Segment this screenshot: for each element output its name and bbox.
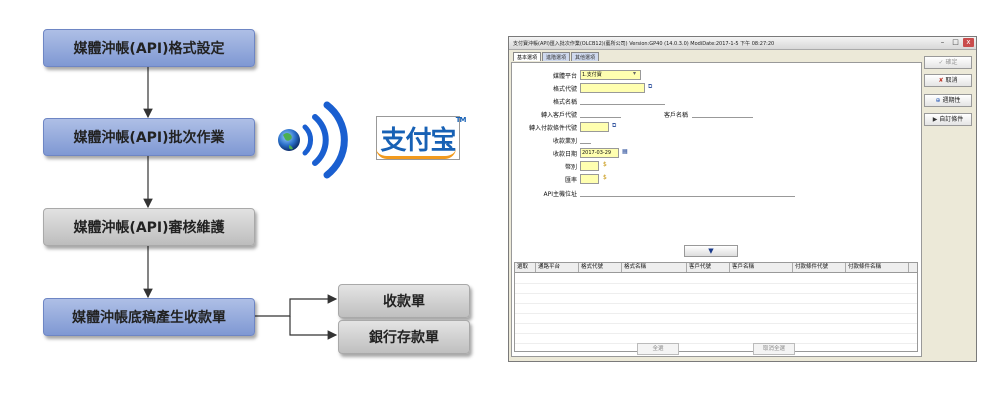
confirm-label: 確定 <box>945 59 958 66</box>
window-title: 支付寶沖帳(API)匯入批次作業(OLCB12)(藝所公司) Version:G… <box>513 41 775 47</box>
chevron-down-icon[interactable]: ▾ <box>633 70 636 78</box>
grid-column-header[interactable]: 付款條件名稱 <box>846 263 909 272</box>
api-host-label: API主機位址 <box>543 191 578 198</box>
lookup-icon[interactable]: ⧉ <box>648 83 652 91</box>
output-bank-deposit: 銀行存款單 <box>338 320 470 354</box>
grid-row-line <box>515 333 917 334</box>
media-platform-select[interactable]: 1.支付寶 <box>580 70 641 80</box>
arrow-right-icon: ▶ <box>932 116 938 123</box>
coin-lookup-icon[interactable]: $ <box>603 161 607 169</box>
currency-input[interactable] <box>580 161 599 171</box>
grid-column-header[interactable]: 選取 <box>515 263 536 272</box>
output-label: 收款單 <box>383 294 425 310</box>
flow-step-label: 媒體沖帳(API)批次作業 <box>73 130 225 146</box>
alipay-logo: 支付宝 TM <box>376 116 466 160</box>
format-code-input[interactable] <box>580 83 645 93</box>
minimize-button[interactable]: – <box>937 38 948 47</box>
custom-conditions-label: 自訂條件 <box>939 116 964 123</box>
tab-bar: 基本選項 進階選項 其他選項 <box>513 52 600 61</box>
currency-label: 幣別 <box>564 164 577 171</box>
cycle-icon: ⊕ <box>935 97 941 104</box>
custom-conditions-button[interactable]: ▶ 自訂條件 <box>924 113 972 126</box>
api-host-field <box>580 188 795 197</box>
receipt-date-label: 收款日期 <box>552 151 577 158</box>
flow-step-label: 媒體沖帳(API)審核維護 <box>73 220 225 236</box>
flow-step-label: 媒體沖帳(API)格式設定 <box>73 41 225 57</box>
flow-step-format-setting: 媒體沖帳(API)格式設定 <box>43 29 255 67</box>
grid-column-header[interactable]: 格式名稱 <box>622 263 687 272</box>
app-window: 支付寶沖帳(API)匯入批次作業(OLCB12)(藝所公司) Version:G… <box>508 36 977 362</box>
logo-trademark: TM <box>455 115 467 124</box>
grid-header: 選取 通路平台 格式代號 格式名稱 客戶代號 客戶名稱 付款條件代號 付款條件名… <box>515 263 917 273</box>
format-name-label: 格式名稱 <box>552 99 577 106</box>
form-panel: 媒體平台 1.支付寶 ▾ 格式代號 ⧉ 格式名稱 轉入客戶代號 客戶名稱 轉入付… <box>511 62 922 357</box>
receipt-category-label: 收款業別 <box>552 138 577 145</box>
check-icon: ✓ <box>938 59 944 66</box>
grid-row-line <box>515 323 917 324</box>
exchange-rate-input[interactable] <box>580 174 599 184</box>
lookup-icon[interactable]: ⧉ <box>612 122 616 130</box>
maximize-button[interactable]: □ <box>950 38 961 47</box>
chevron-double-down-icon: ▼ <box>708 247 714 255</box>
coin-lookup-icon[interactable]: $ <box>603 174 607 182</box>
output-label: 銀行存款單 <box>369 330 439 346</box>
grid-row-line <box>515 303 917 304</box>
format-code-label: 格式代號 <box>552 86 577 93</box>
flow-step-batch-operation: 媒體沖帳(API)批次作業 <box>43 118 255 156</box>
import-payment-terms-label: 轉入付款條件代號 <box>528 125 577 132</box>
flow-step-generate-receipt: 媒體沖帳底稿產生收款單 <box>43 298 255 336</box>
calendar-icon[interactable]: ▦ <box>622 148 628 156</box>
import-customer-code-field <box>580 109 621 118</box>
select-all-button[interactable]: 全選 <box>637 343 679 355</box>
tab-basic-options[interactable]: 基本選項 <box>513 52 542 61</box>
expand-button[interactable]: ▼ <box>684 245 738 257</box>
grid-column-header[interactable]: 客戶名稱 <box>730 263 793 272</box>
receipt-date-input[interactable]: 2017-03-29 <box>580 148 619 158</box>
deselect-all-button[interactable]: 取消全選 <box>753 343 795 355</box>
wireless-globe-icon <box>278 101 348 179</box>
periodic-label: 週期性 <box>942 97 961 104</box>
import-payment-terms-input[interactable] <box>580 122 609 132</box>
flow-step-label: 媒體沖帳底稿產生收款單 <box>72 310 226 326</box>
import-customer-code-label: 轉入客戶代號 <box>540 112 577 119</box>
cancel-label: 取消 <box>945 77 958 84</box>
grid-row-line <box>515 283 917 284</box>
confirm-button[interactable]: ✓ 確定 <box>924 56 972 69</box>
flow-step-review-maintenance: 媒體沖帳(API)審核維護 <box>43 208 255 246</box>
media-platform-label: 媒體平台 <box>552 73 577 80</box>
customer-name-label: 客戶名稱 <box>663 112 688 119</box>
window-titlebar[interactable]: 支付寶沖帳(API)匯入批次作業(OLCB12)(藝所公司) Version:G… <box>509 37 976 50</box>
grid-body <box>515 273 917 351</box>
format-grid[interactable]: 選取 通路平台 格式代號 格式名稱 客戶代號 客戶名稱 付款條件代號 付款條件名… <box>514 262 918 352</box>
tab-other-options[interactable]: 其他選項 <box>571 52 600 61</box>
grid-row-line <box>515 343 917 344</box>
receipt-category-field <box>580 135 591 144</box>
periodic-button[interactable]: ⊕ 週期性 <box>924 94 972 107</box>
logo-arc <box>376 148 457 159</box>
grid-column-header[interactable]: 付款條件代號 <box>793 263 846 272</box>
output-receipt: 收款單 <box>338 284 470 318</box>
customer-name-field <box>692 109 753 118</box>
grid-column-header[interactable]: 通路平台 <box>536 263 579 272</box>
cancel-button[interactable]: ✘ 取消 <box>924 74 972 87</box>
grid-row-line <box>515 293 917 294</box>
grid-row-line <box>515 313 917 314</box>
close-button[interactable]: x <box>963 38 974 47</box>
exchange-rate-label: 匯率 <box>564 177 577 184</box>
format-name-field <box>580 96 665 105</box>
cross-icon: ✘ <box>938 77 944 84</box>
tab-advanced-options[interactable]: 進階選項 <box>542 52 571 61</box>
grid-column-header[interactable]: 格式代號 <box>579 263 622 272</box>
grid-column-header[interactable]: 客戶代號 <box>687 263 730 272</box>
